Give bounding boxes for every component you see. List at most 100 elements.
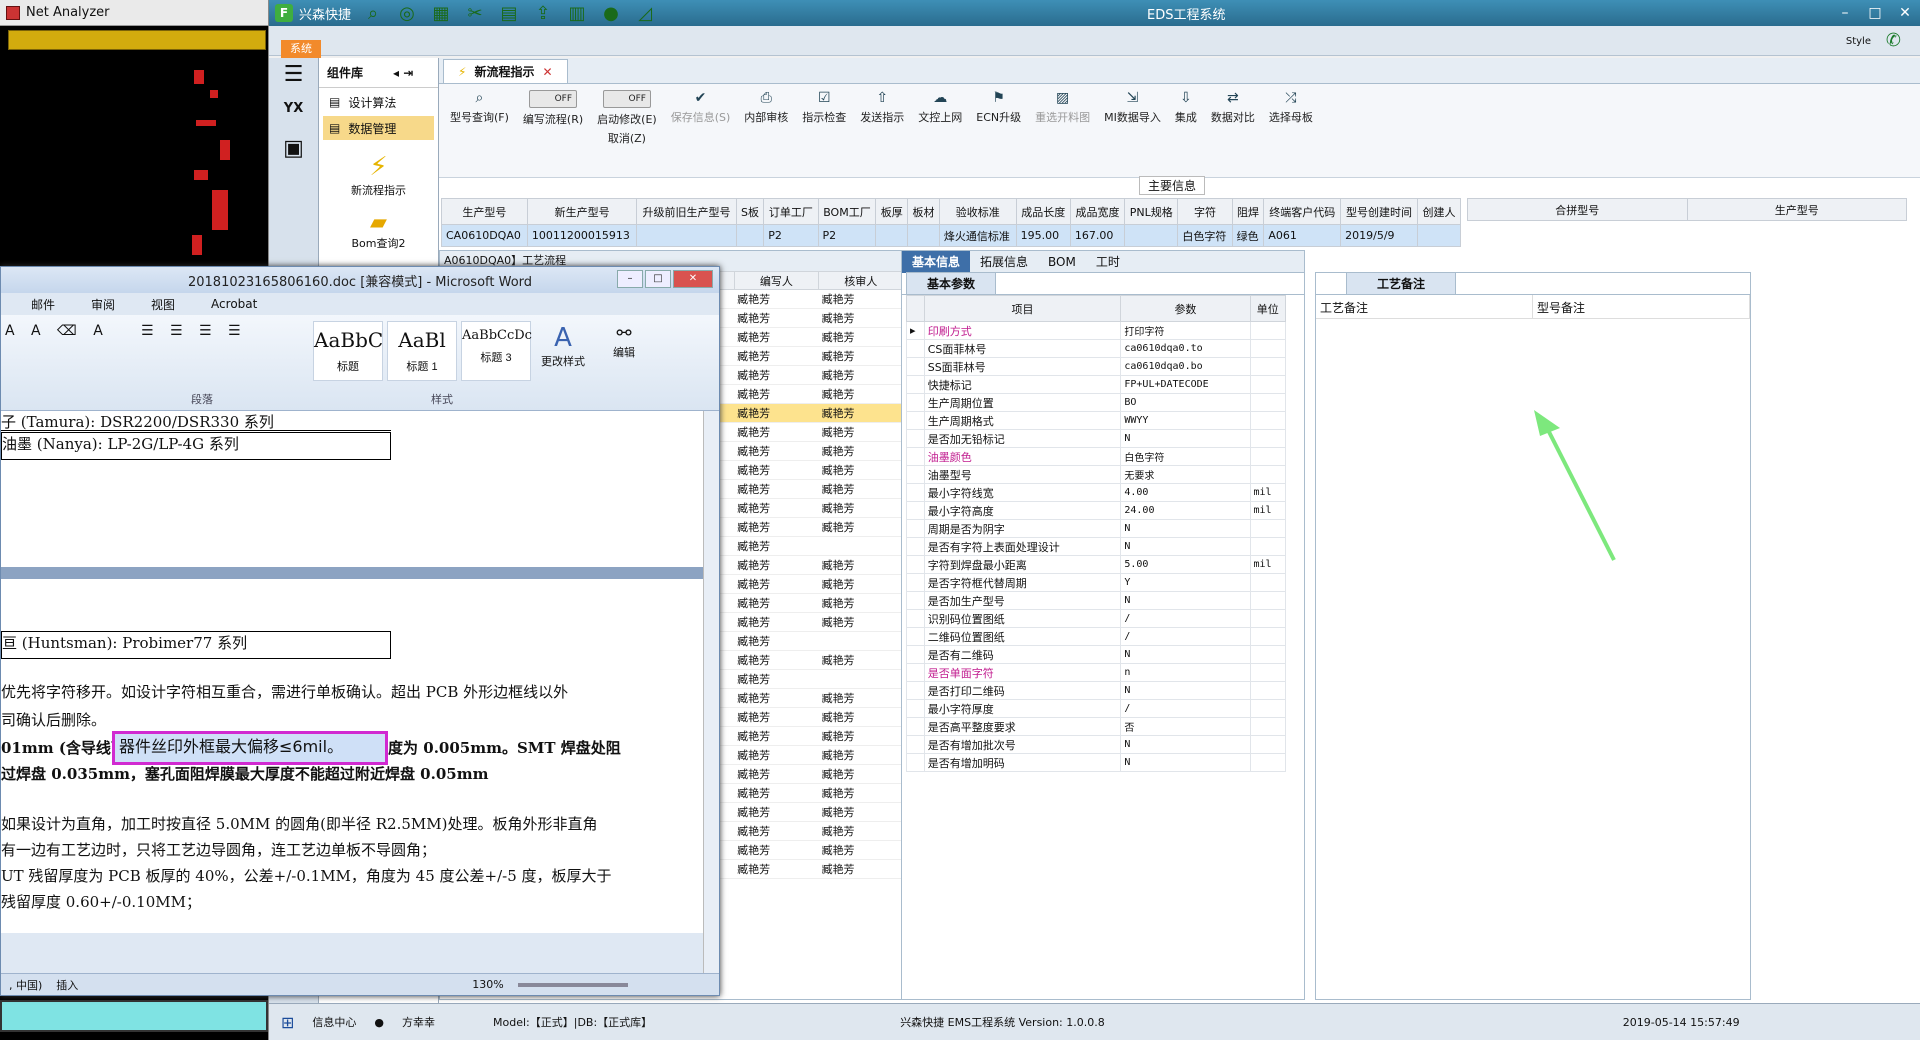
scissors-icon[interactable]: ✂ [463, 3, 487, 24]
table-row[interactable]: 油墨颜色 白色字符 [906, 447, 1287, 466]
system-tab[interactable]: 系统 [281, 40, 321, 58]
table-row[interactable]: 最小字符高度 24.00 mil [906, 501, 1287, 520]
param-value[interactable]: N [1120, 681, 1251, 700]
comp-new-flow[interactable]: ⚡ 新流程指示 [319, 152, 438, 198]
param-value[interactable]: 打印字符 [1120, 321, 1251, 340]
table-row[interactable]: 最小字符厚度 / [906, 699, 1287, 718]
minimize-button[interactable]: – [1830, 5, 1860, 21]
toolbar-button-6[interactable]: ⇧ 发送指示 [853, 90, 911, 125]
globe-icon[interactable]: ◎ [395, 3, 419, 24]
word-menu-0[interactable]: 邮件 [31, 296, 55, 313]
zoom-level[interactable]: 130% [472, 978, 503, 991]
toolbar-button-7[interactable]: ☁ 文控上网 [911, 90, 969, 125]
tab-basic-params[interactable]: 基本参数 [906, 272, 997, 294]
toolbar-button-0[interactable]: ⌕ 型号查询(F) [443, 90, 516, 125]
param-value[interactable]: 无要求 [1120, 465, 1251, 484]
param-value[interactable]: N [1120, 753, 1251, 772]
net-analyzer-input-bar[interactable] [8, 30, 266, 50]
zoom-slider[interactable] [517, 982, 628, 987]
comp-item-design-algorithm[interactable]: ▤ 设计算法 [323, 90, 434, 114]
tab-param-1[interactable]: 拓展信息 [970, 253, 1038, 270]
tab-new-flow[interactable]: ⚡ 新流程指示 ✕ [443, 59, 568, 83]
table-row[interactable]: 最小字符线宽 4.00 mil [906, 483, 1287, 502]
info-center-label[interactable]: 信息中心 [312, 1014, 356, 1030]
style-label[interactable]: Style [1846, 36, 1871, 47]
table-row[interactable]: 生产周期位置 BO [906, 393, 1287, 412]
table-row[interactable]: 生产周期格式 WWYY [906, 411, 1287, 430]
windows-icon[interactable]: ⊞ [281, 1013, 294, 1032]
table-row[interactable]: 是否有增加明码 N [906, 753, 1287, 772]
param-value[interactable]: N [1120, 735, 1251, 754]
table-icon[interactable]: ▥ [565, 3, 589, 24]
close-button[interactable]: ✕ [1890, 5, 1920, 21]
paragraph-tools[interactable]: ☰ ☰ ☰ ☰ [141, 323, 247, 339]
tab-param-3[interactable]: 工时 [1086, 253, 1130, 270]
table-row[interactable]: ▸ 印刷方式 打印字符 [906, 321, 1287, 340]
param-value[interactable]: / [1120, 699, 1251, 718]
collapse-arrows-icon[interactable]: ◂ ⇥ [393, 66, 413, 80]
param-value[interactable]: / [1120, 609, 1251, 628]
maximize-button[interactable]: □ [1860, 5, 1890, 21]
tab-process-remarks[interactable]: 工艺备注 [1346, 272, 1457, 294]
word-minimize-button[interactable]: – [617, 270, 643, 288]
param-value[interactable]: N [1120, 429, 1251, 448]
table-row[interactable]: 周期是否为阴字 N [906, 519, 1287, 538]
table-row[interactable]: 是否单面字符 n [906, 663, 1287, 682]
comp-bom-query[interactable]: ▰ Bom查询2 [319, 210, 438, 251]
param-value[interactable]: / [1120, 627, 1251, 646]
edit-button[interactable]: ⚯ 编辑 [613, 323, 635, 360]
font-tools[interactable]: A A ⌫ A [5, 323, 109, 339]
toolbar-button-10[interactable]: ⇲ MI数据导入 [1097, 90, 1168, 125]
table-row[interactable]: 快捷标记 FP+UL+DATECODE [906, 375, 1287, 394]
comp-item-data-management[interactable]: ▤ 数据管理 [323, 116, 434, 140]
param-value[interactable]: ca0610dqa0.to [1120, 339, 1251, 358]
param-value[interactable]: ca0610dqa0.bo [1120, 357, 1251, 376]
toolbar-button-sublabel[interactable]: 取消(Z) [608, 130, 646, 146]
tab-param-0[interactable]: 基本信息 [902, 250, 971, 273]
table-row[interactable]: CA0610DQA0 10011200015913 P2 P2 烽火通信标准 195.00… [441, 224, 1462, 247]
param-value[interactable]: 24.00 [1120, 501, 1251, 520]
table-row[interactable]: 是否打印二维码 N [906, 681, 1287, 700]
table-row[interactable]: 是否有二维码 N [906, 645, 1287, 664]
toolbar-button-2[interactable]: OFF 启动修改(E) 取消(Z) [590, 90, 664, 146]
table-row[interactable]: 油墨型号 无要求 [906, 465, 1287, 484]
table-row[interactable]: 识别码位置图纸 / [906, 609, 1287, 628]
table-row[interactable]: SS面菲林号 ca0610dqa0.bo [906, 357, 1287, 376]
word-scrollbar[interactable] [703, 411, 719, 973]
language-status[interactable]: , 中国) [9, 977, 42, 993]
toggle-switch[interactable]: OFF [529, 90, 578, 108]
param-value[interactable]: N [1120, 591, 1251, 610]
table-row[interactable]: 是否加生产型号 N [906, 591, 1287, 610]
insert-mode[interactable]: 插入 [56, 977, 78, 993]
param-value[interactable]: 4.00 [1120, 483, 1251, 502]
calculator-icon[interactable]: ▣ [269, 136, 318, 161]
param-value[interactable]: 5.00 [1120, 555, 1251, 574]
toolbar-button-4[interactable]: ⎙ 内部审核 [737, 90, 795, 125]
change-style-button[interactable]: A 更改样式 [541, 323, 585, 369]
toolbar-button-5[interactable]: ☑ 指示检查 [795, 90, 853, 125]
toolbar-button-12[interactable]: ⇄ 数据对比 [1204, 90, 1262, 125]
toolbar-button-13[interactable]: ⤮ 选择母板 [1262, 90, 1320, 125]
toolbar-button-8[interactable]: ⚑ ECN升级 [969, 90, 1028, 125]
close-tab-icon[interactable]: ✕ [542, 65, 552, 79]
process-remarks-field[interactable] [1318, 321, 1518, 991]
param-value[interactable]: N [1120, 645, 1251, 664]
word-close-button[interactable]: ✕ [673, 270, 713, 288]
param-value[interactable]: WWYY [1120, 411, 1251, 430]
export-icon[interactable]: ⇪ [531, 3, 555, 24]
table-row[interactable]: 是否有增加批次号 N [906, 735, 1287, 754]
tab-param-2[interactable]: BOM [1038, 255, 1086, 269]
word-document[interactable]: 子 (Tamura): DSR2200/DSR330 系列 油墨 (Nanya)… [1, 411, 703, 933]
param-value[interactable]: BO [1120, 393, 1251, 412]
word-menu-3[interactable]: Acrobat [211, 297, 257, 311]
param-value[interactable]: 否 [1120, 717, 1251, 736]
param-value[interactable]: FP+UL+DATECODE [1120, 375, 1251, 394]
table-row[interactable]: 是否加无铅标记 N [906, 429, 1287, 448]
film-icon[interactable]: ▤ [497, 3, 521, 24]
phone-icon[interactable]: ✆ [1886, 30, 1901, 51]
table-row[interactable]: 字符到焊盘最小距离 5.00 mil [906, 555, 1287, 574]
menu-icon[interactable]: ☰ [269, 62, 318, 87]
table-row[interactable]: 是否字符框代替周期 Y [906, 573, 1287, 592]
toolbar-button-11[interactable]: ⇩ 集成 [1168, 90, 1204, 125]
style-title[interactable]: AaBbC 标题 [313, 321, 383, 381]
